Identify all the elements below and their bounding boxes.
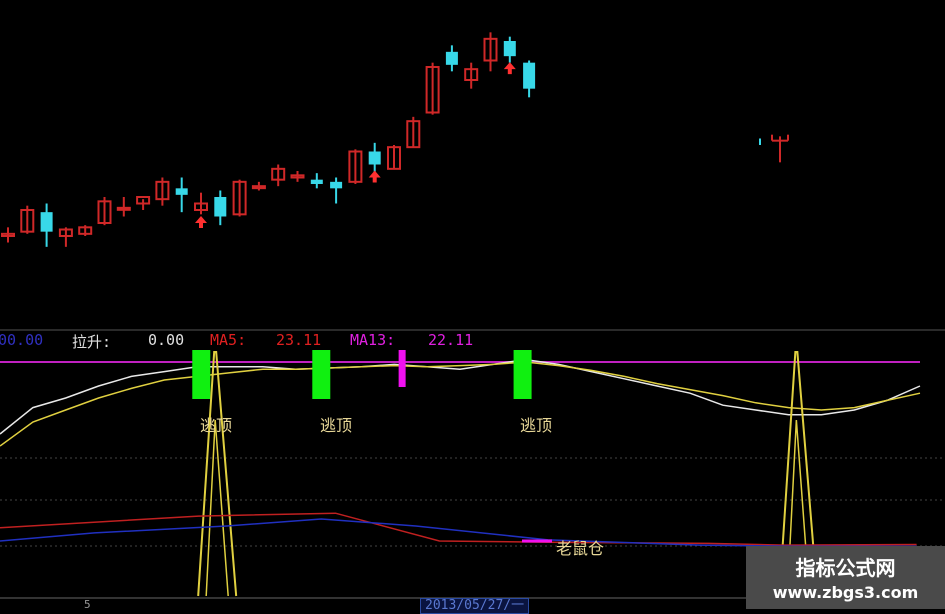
candle-body-down [175,188,188,195]
lashen-label: 拉升: [72,333,112,351]
escape-signal-bar [312,350,331,399]
cursor-date-label: 2013/05/27/一 [420,598,530,614]
ma13-label: MA13: [350,331,396,349]
escape-top-label-2: 逃顶 [320,416,353,435]
ma5-value: 23.11 [276,331,322,349]
candle-body-down [503,41,516,57]
candle-body-down [330,181,343,189]
ma13-value: 22.11 [428,331,474,349]
candle-body-up [251,185,266,190]
mouse-position-label: 老鼠仓 [556,539,605,558]
candle-body-up [116,206,131,211]
watermark-url: www.zbgs3.com [772,583,919,602]
candle-body-down [368,151,381,165]
lashen-value: 0.00 [148,331,185,349]
magenta-signal-bar [398,350,406,387]
candle-body-down [523,62,536,89]
axis-tick-label: 5 [84,598,91,611]
escape-signal-bar [192,350,211,399]
watermark: 指标公式网 www.zbgs3.com [746,546,945,609]
candle-body-down [214,197,227,217]
escape-top-label-3: 逃顶 [520,416,553,435]
candle-body-down [310,179,323,184]
watermark-title: 指标公式网 [795,556,896,580]
candle-body-down [40,212,53,232]
ma5-label: MA5: [210,331,247,349]
header-prefix: 00.00 [0,331,44,349]
escape-top-label-1: 逃顶 [200,416,233,435]
stock-chart[interactable] [0,0,945,609]
candle-body-down [445,51,458,65]
escape-signal-bar [513,350,532,399]
